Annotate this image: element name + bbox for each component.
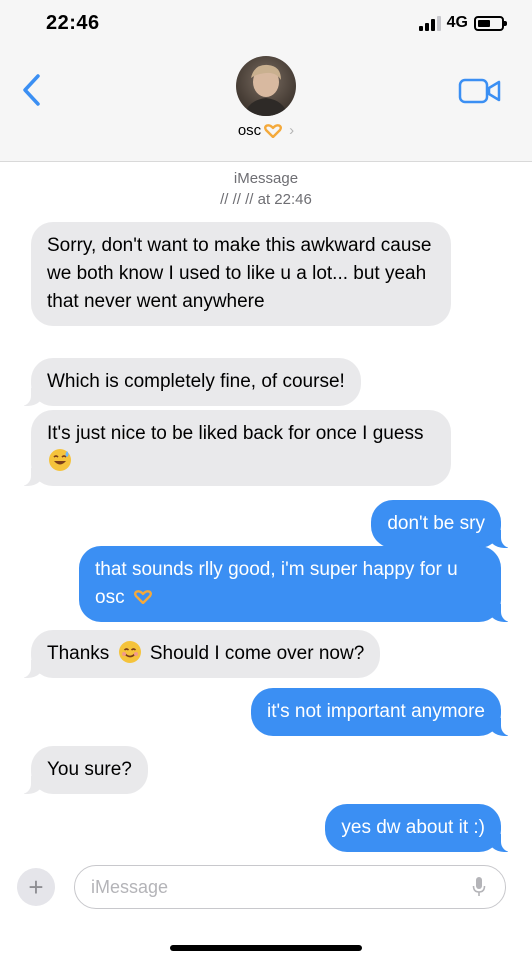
- signal-icon: [418, 15, 441, 31]
- message-text: it's not important anymore: [267, 701, 485, 722]
- incoming-message[interactable]: Thanks Should I come over now?: [20, 630, 381, 678]
- incoming-message[interactable]: You sure?: [21, 746, 148, 794]
- network-type: 4G: [446, 14, 468, 31]
- home-indicator: [170, 945, 362, 951]
- status-indicators: 4G: [418, 14, 507, 32]
- message-input[interactable]: [74, 865, 506, 909]
- facetime-video-button[interactable]: [458, 76, 502, 106]
- incoming-message[interactable]: It's just nice to be liked back for once…: [21, 410, 451, 486]
- video-camera-icon: [458, 78, 501, 104]
- message-text: You sure?: [47, 759, 132, 780]
- contact-avatar[interactable]: [236, 56, 296, 116]
- microphone-icon: [472, 877, 486, 896]
- outgoing-message[interactable]: yes dw about it :): [325, 804, 511, 852]
- message-text: It's just nice to be liked back for once…: [47, 423, 424, 444]
- contact-name: osc: [237, 122, 262, 139]
- battery-icon: [474, 15, 507, 31]
- message-text: Should I come over now?: [149, 643, 365, 664]
- message-timestamp: // // // at 22:46: [220, 191, 312, 208]
- heart-hands-emoji: [264, 123, 283, 138]
- heart-hands-emoji: [133, 590, 152, 605]
- outgoing-message[interactable]: don't be sry: [371, 500, 511, 548]
- chevron-left-icon: [23, 74, 40, 106]
- incoming-message[interactable]: Sorry, don't want to make this awkward c…: [31, 222, 451, 326]
- plus-icon: +: [28, 871, 44, 902]
- conversation-header: 22:46 4G osc ›: [0, 0, 532, 162]
- outgoing-message[interactable]: it's not important anymore: [251, 688, 511, 736]
- incoming-message[interactable]: Which is completely fine, of course!: [21, 358, 361, 406]
- message-text: Which is completely fine, of course!: [47, 371, 345, 392]
- back-button[interactable]: [18, 72, 48, 108]
- message-text: don't be sry: [387, 513, 485, 534]
- service-label: iMessage: [233, 170, 299, 187]
- status-time: 22:46: [46, 12, 100, 34]
- message-text: Sorry, don't want to make this awkward c…: [47, 235, 432, 312]
- outgoing-message[interactable]: that sounds rlly good, i'm super happy f…: [79, 546, 511, 622]
- chevron-right-icon: ›: [289, 122, 295, 139]
- contact-name-button[interactable]: osc ›: [0, 122, 532, 139]
- smiling-face-emoji: [118, 641, 141, 663]
- dictation-button[interactable]: [472, 876, 486, 898]
- message-text: Thanks: [47, 643, 110, 664]
- message-text: yes dw about it :): [341, 817, 485, 838]
- apps-plus-button[interactable]: +: [17, 868, 55, 906]
- grinning-sweat-emoji: [49, 449, 71, 471]
